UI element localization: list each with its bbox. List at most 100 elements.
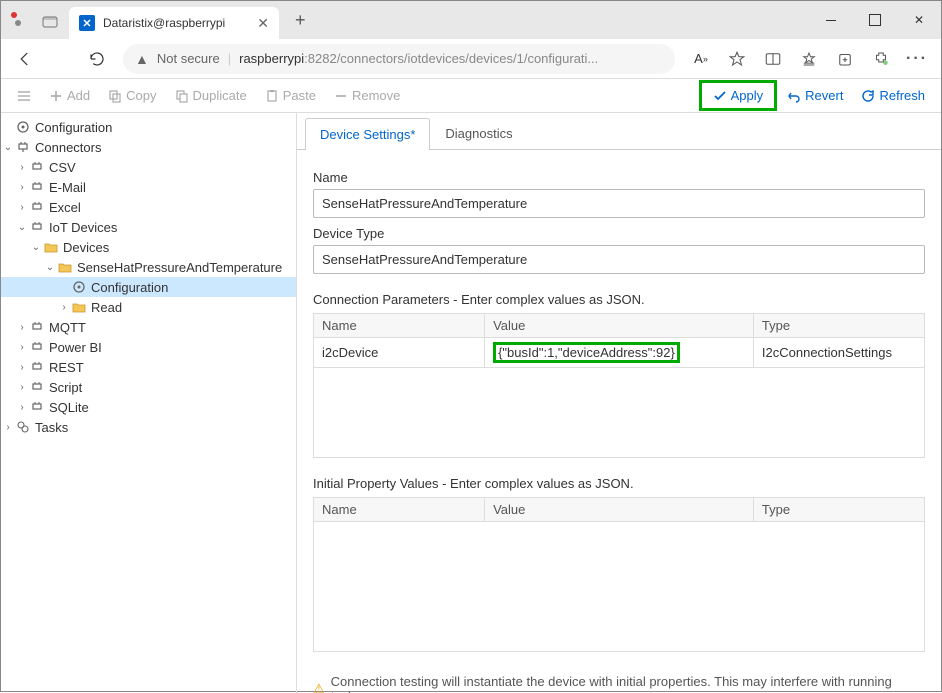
paste-button[interactable]: Paste <box>257 84 324 107</box>
tree-item-script[interactable]: › Script <box>1 377 296 397</box>
chevron-down-icon[interactable]: ⌄ <box>15 222 29 233</box>
refresh-button[interactable]: Refresh <box>853 84 933 107</box>
window-close-button[interactable] <box>897 1 941 39</box>
chevron-down-icon[interactable]: ⌄ <box>1 142 15 153</box>
chevron-right-icon[interactable]: › <box>57 302 71 313</box>
tree-item-powerbi[interactable]: › Power BI <box>1 337 296 357</box>
window-maximize-button[interactable] <box>853 1 897 39</box>
refresh-icon <box>861 89 875 103</box>
remove-button[interactable]: Remove <box>326 84 408 107</box>
conn-params-table[interactable]: Name Value Type i2cDevice {"busId":1,"de… <box>313 313 925 458</box>
minus-icon <box>334 89 348 103</box>
chevron-right-icon[interactable]: › <box>15 182 29 193</box>
tree-item-mqtt[interactable]: › MQTT <box>1 317 296 337</box>
tree-item-configuration[interactable]: Configuration <box>1 117 296 137</box>
apply-button[interactable]: Apply <box>703 84 774 107</box>
name-label: Name <box>313 170 925 185</box>
warning-text: Connection testing will instantiate the … <box>331 674 925 693</box>
extensions-icon[interactable] <box>865 43 897 75</box>
chevron-right-icon[interactable]: › <box>1 422 15 433</box>
more-menu-icon[interactable]: ··· <box>901 43 933 75</box>
chevron-right-icon[interactable]: › <box>15 402 29 413</box>
new-tab-button[interactable]: + <box>287 10 314 31</box>
tree-item-excel[interactable]: › Excel <box>1 197 296 217</box>
tree-item-sqlite[interactable]: › SQLite <box>1 397 296 417</box>
collections-icon[interactable] <box>829 43 861 75</box>
window-controls <box>809 1 941 39</box>
name-input[interactable] <box>313 189 925 218</box>
apply-highlight: Apply <box>699 80 778 111</box>
tree-label: Power BI <box>49 340 102 355</box>
favorites-bar-icon[interactable] <box>793 43 825 75</box>
tree-label: Script <box>49 380 82 395</box>
chevron-down-icon[interactable]: ⌄ <box>29 242 43 253</box>
browser-back-button[interactable] <box>9 43 41 75</box>
url-box[interactable]: ▲ Not secure | raspberrypi:8282/connecto… <box>123 44 675 74</box>
revert-button[interactable]: Revert <box>779 84 851 107</box>
tab-prefix-space <box>29 9 69 31</box>
empty-grid-area[interactable] <box>314 368 925 458</box>
tab-close-icon[interactable]: ✕ <box>257 15 269 32</box>
not-secure-icon: ▲ <box>135 51 149 67</box>
form-area: Name Device Type Connection Parameters -… <box>297 150 941 693</box>
chevron-right-icon[interactable]: › <box>15 322 29 333</box>
conn-params-label: Connection Parameters - Enter complex va… <box>313 292 925 307</box>
apply-label: Apply <box>731 88 764 103</box>
tree-item-connectors[interactable]: ⌄ Connectors <box>1 137 296 157</box>
not-secure-label: Not secure <box>157 51 220 66</box>
tree-label: IoT Devices <box>49 220 117 235</box>
cell-type[interactable]: I2cConnectionSettings <box>753 338 924 368</box>
reading-mode-icon[interactable]: A» <box>685 43 717 75</box>
initial-props-table[interactable]: Name Value Type <box>313 497 925 652</box>
folder-icon <box>43 239 59 255</box>
nav-tree[interactable]: Configuration ⌄ Connectors › CSV › E-Mai… <box>1 113 297 693</box>
tab-title: Dataristix@raspberrypi <box>103 16 249 30</box>
col-type: Type <box>753 314 924 338</box>
folder-icon <box>71 299 87 315</box>
copy-button[interactable]: Copy <box>100 84 164 107</box>
chevron-down-icon[interactable]: ⌄ <box>43 262 57 273</box>
cell-value[interactable]: {"busId":1,"deviceAddress":92} <box>485 338 754 368</box>
device-type-input[interactable] <box>313 245 925 274</box>
tree-item-device-configuration[interactable]: Configuration <box>1 277 296 297</box>
split-screen-icon[interactable] <box>757 43 789 75</box>
chevron-right-icon[interactable]: › <box>15 342 29 353</box>
chevron-right-icon[interactable]: › <box>15 362 29 373</box>
favorite-icon[interactable] <box>721 43 753 75</box>
col-value: Value <box>485 498 754 522</box>
revert-label: Revert <box>805 88 843 103</box>
tree-item-device-read[interactable]: › Read <box>1 297 296 317</box>
tree-label: Tasks <box>35 420 68 435</box>
add-button[interactable]: Add <box>41 84 98 107</box>
copy-icon <box>108 89 122 103</box>
tree-item-csv[interactable]: › CSV <box>1 157 296 177</box>
menu-icon <box>17 89 31 103</box>
chevron-right-icon[interactable]: › <box>15 202 29 213</box>
browser-refresh-button[interactable] <box>81 43 113 75</box>
table-row[interactable]: i2cDevice {"busId":1,"deviceAddress":92}… <box>314 338 925 368</box>
window-minimize-button[interactable] <box>809 1 853 39</box>
chevron-right-icon[interactable]: › <box>15 162 29 173</box>
hamburger-menu-button[interactable] <box>9 85 39 107</box>
undo-icon <box>787 89 801 103</box>
content-tabs: Device Settings* Diagnostics <box>297 117 941 150</box>
tree-item-email[interactable]: › E-Mail <box>1 177 296 197</box>
tree-item-iot-devices[interactable]: ⌄ IoT Devices <box>1 217 296 237</box>
tree-item-device[interactable]: ⌄ SenseHatPressureAndTemperature <box>1 257 296 277</box>
empty-grid-area[interactable] <box>314 522 925 652</box>
tree-label: Configuration <box>35 120 112 135</box>
cell-name[interactable]: i2cDevice <box>314 338 485 368</box>
tab-device-settings[interactable]: Device Settings* <box>305 118 430 150</box>
browser-tab[interactable]: ✕ Dataristix@raspberrypi ✕ <box>69 7 279 39</box>
plug-icon <box>29 399 45 415</box>
tree-item-rest[interactable]: › REST <box>1 357 296 377</box>
tree-item-tasks[interactable]: › Tasks <box>1 417 296 437</box>
plug-icon <box>29 199 45 215</box>
tab-diagnostics[interactable]: Diagnostics <box>430 117 527 149</box>
plug-icon <box>29 319 45 335</box>
tree-item-devices[interactable]: ⌄ Devices <box>1 237 296 257</box>
duplicate-button[interactable]: Duplicate <box>167 84 255 107</box>
content-panel: Device Settings* Diagnostics Name Device… <box>297 113 941 693</box>
main-split: Configuration ⌄ Connectors › CSV › E-Mai… <box>1 113 941 693</box>
chevron-right-icon[interactable]: › <box>15 382 29 393</box>
